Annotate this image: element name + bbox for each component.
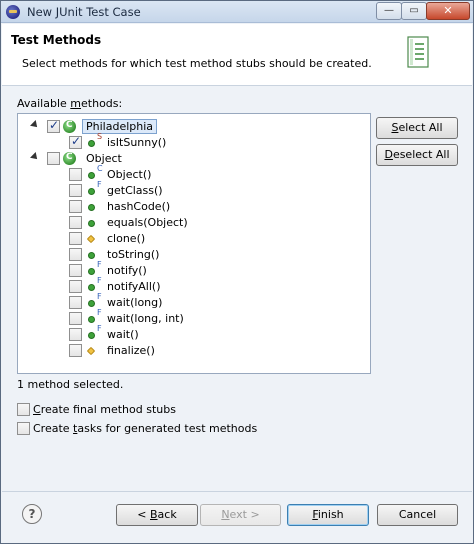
tree-node-method[interactable]: finalize() [18, 343, 368, 359]
footer-separator [2, 491, 472, 492]
collapse-arrow-icon[interactable] [30, 152, 40, 162]
class-icon [63, 152, 76, 165]
dialog-window: New JUnit Test Case — ▭ ✕ Test Methods S… [0, 0, 474, 544]
public-method-icon [88, 220, 95, 227]
public-method-icon [88, 204, 95, 211]
back-button[interactable]: < Back [116, 504, 198, 526]
tree-node-method[interactable]: F wait(long) [18, 292, 368, 311]
cancel-button[interactable]: Cancel [377, 504, 458, 526]
tree-node-philadelphia[interactable]: Philadelphia [18, 118, 368, 135]
tree-node-object[interactable]: Object [18, 151, 368, 167]
method-checkbox[interactable] [69, 200, 82, 213]
tree-node-method[interactable]: clone() [18, 231, 368, 247]
minimize-button[interactable]: — [376, 2, 402, 20]
create-final-stubs-checkbox[interactable] [17, 403, 30, 416]
selection-status: 1 method selected. [17, 378, 124, 391]
method-checkbox[interactable] [69, 184, 82, 197]
collapse-arrow-icon[interactable] [30, 120, 40, 130]
class-icon [63, 120, 76, 133]
public-method-icon [88, 188, 95, 195]
help-icon[interactable]: ? [22, 504, 42, 524]
tree-node-label: notify() [107, 264, 147, 277]
methods-tree[interactable]: Philadelphia S isItSunny() Object C Obje… [17, 113, 371, 374]
method-checkbox[interactable] [69, 296, 82, 309]
public-method-icon [88, 140, 95, 147]
method-checkbox[interactable] [69, 232, 82, 245]
tree-node-method[interactable]: F getClass() [18, 180, 368, 199]
method-checkbox[interactable] [69, 344, 82, 357]
method-checkbox[interactable] [69, 312, 82, 325]
tree-node-method[interactable]: C Object() [18, 164, 368, 183]
tree-node-label: toString() [107, 248, 160, 261]
final-modifier: F [97, 276, 102, 285]
tree-node-method[interactable]: F wait() [18, 324, 368, 343]
eclipse-icon [6, 5, 20, 19]
final-modifier: F [97, 180, 102, 189]
create-tasks-checkbox[interactable] [17, 422, 30, 435]
final-modifier: F [97, 308, 102, 317]
available-methods-label: Available methods: [17, 97, 123, 110]
select-all-button[interactable]: Select All [376, 117, 458, 139]
tree-node-label: wait(long, int) [107, 312, 184, 325]
test-methods-banner-icon [407, 36, 429, 68]
tree-node-label: wait() [107, 328, 139, 341]
object-checkbox[interactable] [47, 152, 60, 165]
tree-node-method[interactable]: hashCode() [18, 199, 368, 215]
next-button[interactable]: Next > [200, 504, 281, 526]
philadelphia-checkbox[interactable] [47, 118, 60, 133]
public-method-icon [88, 332, 95, 339]
tree-node-label: notifyAll() [107, 280, 161, 293]
static-modifier: S [97, 132, 103, 141]
maximize-button[interactable]: ▭ [401, 2, 427, 20]
finish-button[interactable]: Finish [287, 504, 369, 526]
page-description: Select methods for which test method stu… [22, 57, 372, 70]
wizard-header: Test Methods Select methods for which te… [2, 24, 472, 86]
method-checkbox[interactable] [69, 168, 82, 181]
final-modifier: F [97, 260, 102, 269]
public-method-icon [88, 300, 95, 307]
protected-method-icon [86, 346, 96, 356]
final-modifier: F [97, 292, 102, 301]
create-final-stubs-label: Create final method stubs [33, 403, 176, 416]
tree-node-label: clone() [107, 232, 146, 245]
public-method-icon [88, 284, 95, 291]
tree-node-label: finalize() [107, 344, 155, 357]
close-button[interactable]: ✕ [426, 2, 470, 20]
tree-node-label: Object() [107, 168, 152, 181]
final-modifier: F [97, 324, 102, 333]
public-method-icon [88, 252, 95, 259]
title-bar: New JUnit Test Case — ▭ ✕ [1, 1, 473, 23]
tree-node-label: equals(Object) [107, 216, 188, 229]
method-checkbox[interactable] [69, 280, 82, 293]
public-method-icon [88, 172, 95, 179]
tree-node-method[interactable]: F notifyAll() [18, 276, 368, 295]
method-checkbox[interactable] [69, 134, 82, 149]
tree-node-label: wait(long) [107, 296, 163, 309]
tree-node-method[interactable]: toString() [18, 247, 368, 263]
tree-node-label: Philadelphia [82, 119, 158, 134]
deselect-all-button[interactable]: Deselect All [376, 144, 458, 166]
tree-node-method[interactable]: F wait(long, int) [18, 308, 368, 327]
method-checkbox[interactable] [69, 264, 82, 277]
tree-node-label: Object [86, 152, 122, 165]
page-title: Test Methods [11, 33, 102, 47]
public-method-icon [88, 316, 95, 323]
method-checkbox[interactable] [69, 328, 82, 341]
tree-node-method[interactable]: equals(Object) [18, 215, 368, 231]
method-checkbox[interactable] [69, 216, 82, 229]
tree-node-label: getClass() [107, 184, 163, 197]
tree-node-method[interactable]: S isItSunny() [18, 132, 368, 151]
window-title: New JUnit Test Case [27, 5, 141, 19]
public-method-icon [88, 268, 95, 275]
tree-node-method[interactable]: F notify() [18, 260, 368, 279]
method-checkbox[interactable] [69, 248, 82, 261]
constructor-modifier: C [97, 164, 103, 173]
tree-node-label: hashCode() [107, 200, 171, 213]
tree-node-label: isItSunny() [107, 136, 167, 149]
protected-method-icon [86, 234, 96, 244]
create-tasks-label: Create tasks for generated test methods [33, 422, 258, 435]
